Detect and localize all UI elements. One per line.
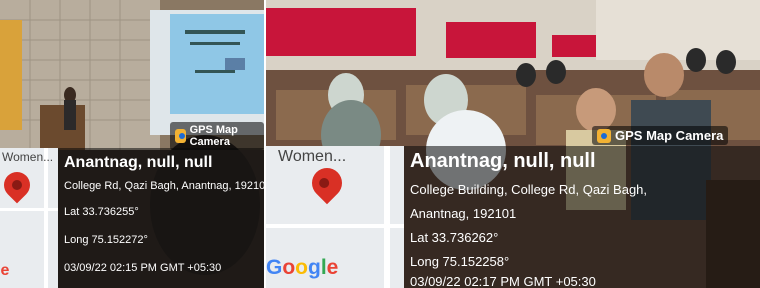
latitude: Lat 33.736255° xyxy=(64,206,139,218)
photo-collage: GPS Map Camera Women... le Anantnag, nul… xyxy=(0,0,760,288)
gps-camera-icon xyxy=(175,129,186,143)
right-location-info: Anantnag, null, null College Building, C… xyxy=(404,146,760,288)
datetime: 03/09/22 02:15 PM GMT +05:30 xyxy=(64,262,222,274)
left-location-info: Anantnag, null, null College Rd, Qazi Ba… xyxy=(58,148,264,288)
gps-badge-label: GPS Map Camera xyxy=(615,128,724,143)
map-pin-icon xyxy=(305,161,349,205)
left-photo: GPS Map Camera Women... le Anantnag, nul… xyxy=(0,0,264,288)
gps-map-camera-badge: GPS Map Camera xyxy=(170,122,264,150)
map-place-label: Women... xyxy=(2,150,54,164)
address-line-1: College Building, College Rd, Qazi Bagh, xyxy=(410,182,648,197)
map-pin-icon xyxy=(0,166,36,204)
longitude: Long 75.152258° xyxy=(410,254,510,269)
address-line-2: Anantnag, 192101 xyxy=(410,206,517,221)
google-logo: le xyxy=(0,262,10,279)
left-map-thumbnail: Women... le xyxy=(0,148,58,288)
place-name: Anantnag, null, null xyxy=(64,154,213,171)
place-name: Anantnag, null, null xyxy=(410,150,596,172)
datetime: 03/09/22 02:17 PM GMT +05:30 xyxy=(410,274,596,288)
latitude: Lat 33.736262° xyxy=(410,230,499,245)
map-place-label: Women... xyxy=(278,148,347,165)
gps-camera-icon xyxy=(597,128,611,143)
longitude: Long 75.152272° xyxy=(64,234,148,246)
gps-map-camera-badge: GPS Map Camera xyxy=(592,126,729,145)
right-map-thumbnail: Women... Google xyxy=(266,146,404,288)
right-photo: GPS Map Camera Women... Google Anantnag,… xyxy=(266,0,760,288)
gps-badge-label: GPS Map Camera xyxy=(189,124,238,148)
google-logo: Google xyxy=(266,256,339,279)
address: College Rd, Qazi Bagh, Anantnag, 192101 xyxy=(64,180,264,192)
